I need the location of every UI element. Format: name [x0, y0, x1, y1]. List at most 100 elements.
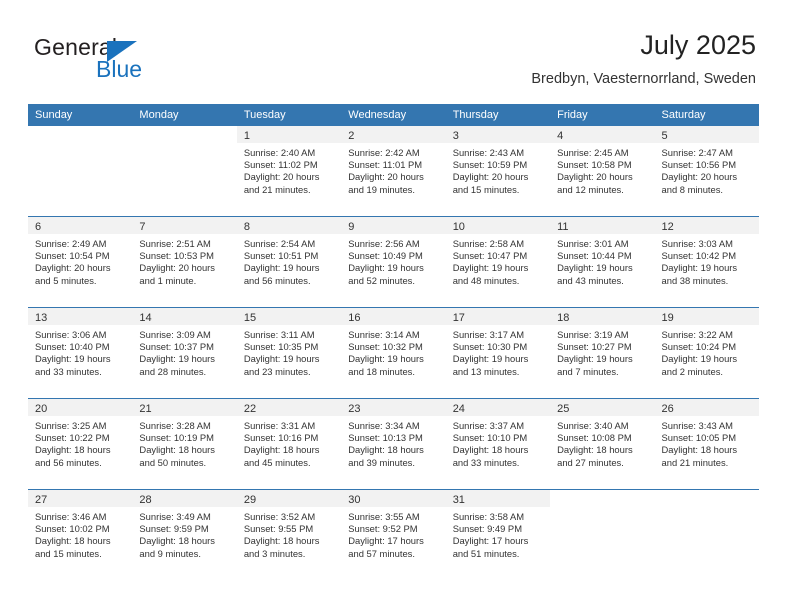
day-number: 15: [243, 312, 257, 324]
calendar-day-cell[interactable]: 30 Sunrise: 3:55 AM Sunset: 9:52 PM Dayligh…: [341, 490, 446, 580]
day-sun-info: Sunrise: 3:17 AM Sunset: 10:30 PM Daylight…: [446, 325, 550, 378]
day-sun-info: Sunrise: 3:22 AM Sunset: 10:24 PM Daylight…: [655, 325, 759, 378]
calendar-day-cell[interactable]: 25 Sunrise: 3:40 AM Sunset: 10:08 PM Daylig…: [550, 399, 655, 489]
sunrise-text: Sunrise: 3:28 AM: [139, 420, 211, 431]
calendar-day-cell[interactable]: 23 Sunrise: 3:34 AM Sunset: 10:13 PM Daylig…: [341, 399, 446, 489]
daylight-text-line1: Daylight: 19 hours: [243, 262, 320, 274]
calendar-day-cell[interactable]: 6 Sunrise: 2:49 AM Sunset: 10:54 PM Dayligh…: [28, 217, 133, 307]
sunset-text: Sunset: 10:35 PM: [243, 341, 319, 353]
daylight-text-line1: Daylight: 20 hours: [139, 262, 215, 274]
daylight-text-line2: and 21 minutes.: [661, 456, 729, 468]
calendar-day-cell[interactable]: 11 Sunrise: 3:01 AM Sunset: 10:44 PM Daylig…: [550, 217, 655, 307]
sunset-text: Sunset: 10:44 PM: [557, 250, 632, 262]
calendar-day-cell[interactable]: 15 Sunrise: 3:11 AM Sunset: 10:35 PM Daylig…: [236, 308, 342, 398]
daylight-text-line1: Daylight: 18 hours: [139, 535, 215, 547]
calendar-day-cell[interactable]: 21 Sunrise: 3:28 AM Sunset: 10:19 PM Daylig…: [132, 399, 237, 489]
calendar-day-cell[interactable]: 26 Sunrise: 3:43 AM Sunset: 10:05 PM Daylig…: [654, 399, 759, 489]
calendar-day-cell[interactable]: 3 Sunrise: 2:43 AM Sunset: 10:59 PM Dayligh…: [445, 126, 551, 216]
calendar-day-cell[interactable]: 14 Sunrise: 3:09 AM Sunset: 10:37 PM Daylig…: [132, 308, 237, 398]
calendar-day-cell[interactable]: 9 Sunrise: 2:56 AM Sunset: 10:49 PM Dayligh…: [341, 217, 446, 307]
sunrise-text: Sunrise: 2:42 AM: [348, 147, 420, 158]
day-number-band: 6: [28, 217, 133, 234]
calendar-weeks: 1 Sunrise: 2:40 AM Sunset: 11:02 PM Dayligh…: [28, 126, 759, 580]
day-number-band: 23: [341, 399, 446, 416]
calendar-day-cell[interactable]: 22 Sunrise: 3:31 AM Sunset: 10:16 PM Daylig…: [236, 399, 342, 489]
sunset-text: Sunset: 10:32 PM: [348, 341, 423, 353]
sunrise-text: Sunrise: 3:01 AM: [557, 238, 629, 249]
calendar-week-row: 20 Sunrise: 3:25 AM Sunset: 10:22 PM Daylig…: [28, 398, 759, 489]
daylight-text-line2: and 28 minutes.: [139, 365, 207, 377]
calendar-day-cell[interactable]: 13 Sunrise: 3:06 AM Sunset: 10:40 PM Daylig…: [28, 308, 133, 398]
calendar-day-cell[interactable]: 27 Sunrise: 3:46 AM Sunset: 10:02 PM Daylig…: [28, 490, 133, 580]
day-sun-info: Sunrise: 2:51 AM Sunset: 10:53 PM Daylight…: [132, 234, 236, 287]
calendar-day-cell[interactable]: 31 Sunrise: 3:58 AM Sunset: 9:49 PM Dayligh…: [445, 490, 551, 580]
daylight-text-line2: and 39 minutes.: [348, 456, 415, 468]
day-sun-info: Sunrise: 2:43 AM Sunset: 10:59 PM Daylight…: [446, 143, 550, 196]
calendar-day-cell[interactable]: 7 Sunrise: 2:51 AM Sunset: 10:53 PM Dayligh…: [132, 217, 237, 307]
day-sun-info: Sunrise: 2:42 AM Sunset: 11:01 PM Daylight…: [341, 143, 445, 196]
day-number-band: 17: [445, 308, 551, 325]
day-number-band: 12: [654, 217, 759, 234]
day-number: 19: [661, 312, 674, 324]
sunrise-text: Sunrise: 3:17 AM: [452, 329, 525, 340]
general-blue-logo[interactable]: General Blue: [34, 34, 214, 90]
sunrise-text: Sunrise: 3:58 AM: [452, 511, 525, 522]
sunset-text: Sunset: 10:58 PM: [557, 159, 632, 171]
sunset-text: Sunset: 10:13 PM: [348, 432, 423, 444]
calendar-day-cell[interactable]: 10 Sunrise: 2:58 AM Sunset: 10:47 PM Daylig…: [445, 217, 551, 307]
calendar-day-cell[interactable]: 24 Sunrise: 3:37 AM Sunset: 10:10 PM Daylig…: [445, 399, 551, 489]
sunrise-text: Sunrise: 3:40 AM: [557, 420, 629, 431]
day-number-band: 9: [341, 217, 446, 234]
daylight-text-line1: Daylight: 18 hours: [452, 444, 529, 456]
day-sun-info: Sunrise: 3:46 AM Sunset: 10:02 PM Daylight…: [28, 507, 132, 560]
sunset-text: Sunset: 10:27 PM: [557, 341, 632, 353]
sunset-text: Sunset: 10:53 PM: [139, 250, 214, 262]
sunrise-text: Sunrise: 3:55 AM: [348, 511, 420, 522]
day-number-band: 8: [236, 217, 342, 234]
calendar-day-cell[interactable]: 18 Sunrise: 3:19 AM Sunset: 10:27 PM Daylig…: [550, 308, 655, 398]
calendar-day-cell[interactable]: 17 Sunrise: 3:17 AM Sunset: 10:30 PM Daylig…: [445, 308, 551, 398]
sunrise-text: Sunrise: 2:40 AM: [243, 147, 316, 158]
weekday-header-sunday: Sunday: [35, 109, 73, 121]
daylight-text-line2: and 27 minutes.: [557, 456, 624, 468]
sunrise-text: Sunrise: 3:11 AM: [243, 329, 315, 340]
daylight-text-line1: Daylight: 19 hours: [661, 353, 738, 365]
day-number-band: 16: [341, 308, 446, 325]
daylight-text-line1: Daylight: 20 hours: [452, 171, 529, 183]
day-number: 1: [243, 130, 250, 142]
sunrise-text: Sunrise: 3:34 AM: [348, 420, 420, 431]
day-number-band: 3: [445, 126, 551, 143]
day-number-band: 7: [132, 217, 237, 234]
day-number: 2: [348, 130, 355, 142]
day-number-band: 19: [654, 308, 759, 325]
calendar-day-cell[interactable]: 2 Sunrise: 2:42 AM Sunset: 11:01 PM Dayligh…: [341, 126, 446, 216]
sunrise-text: Sunrise: 2:45 AM: [557, 147, 629, 158]
sunset-text: Sunset: 10:42 PM: [661, 250, 737, 262]
day-number-band: 4: [550, 126, 655, 143]
calendar-day-cell[interactable]: 29 Sunrise: 3:52 AM Sunset: 9:55 PM Dayligh…: [236, 490, 342, 580]
day-sun-info: Sunrise: 3:09 AM Sunset: 10:37 PM Daylight…: [132, 325, 236, 378]
day-number: 23: [348, 403, 361, 415]
calendar-day-cell-empty: [654, 490, 759, 580]
sunset-text: Sunset: 10:47 PM: [452, 250, 528, 262]
calendar-day-cell[interactable]: 19 Sunrise: 3:22 AM Sunset: 10:24 PM Daylig…: [654, 308, 759, 398]
calendar-day-cell[interactable]: 16 Sunrise: 3:14 AM Sunset: 10:32 PM Daylig…: [341, 308, 446, 398]
daylight-text-line1: Daylight: 19 hours: [452, 262, 529, 274]
day-number-band: 26: [654, 399, 759, 416]
sunrise-text: Sunrise: 3:14 AM: [348, 329, 420, 340]
daylight-text-line1: Daylight: 20 hours: [557, 171, 633, 183]
calendar-day-cell[interactable]: 12 Sunrise: 3:03 AM Sunset: 10:42 PM Daylig…: [654, 217, 759, 307]
day-number-band: 31: [445, 490, 551, 507]
calendar-day-cell[interactable]: 20 Sunrise: 3:25 AM Sunset: 10:22 PM Daylig…: [28, 399, 133, 489]
calendar-day-cell[interactable]: 28 Sunrise: 3:49 AM Sunset: 9:59 PM Dayligh…: [132, 490, 237, 580]
day-sun-info: Sunrise: 3:55 AM Sunset: 9:52 PM Daylight:…: [341, 507, 445, 560]
day-sun-info: Sunrise: 3:28 AM Sunset: 10:19 PM Daylight…: [132, 416, 236, 469]
sunset-text: Sunset: 10:49 PM: [348, 250, 423, 262]
calendar-day-cell[interactable]: 4 Sunrise: 2:45 AM Sunset: 10:58 PM Dayligh…: [550, 126, 655, 216]
daylight-text-line2: and 19 minutes.: [348, 183, 415, 195]
calendar-day-cell[interactable]: 1 Sunrise: 2:40 AM Sunset: 11:02 PM Dayligh…: [236, 126, 342, 216]
calendar-day-cell[interactable]: 8 Sunrise: 2:54 AM Sunset: 10:51 PM Dayligh…: [236, 217, 342, 307]
day-number: 22: [243, 403, 257, 415]
calendar-day-cell[interactable]: 5 Sunrise: 2:47 AM Sunset: 10:56 PM Dayligh…: [654, 126, 759, 216]
sunrise-text: Sunrise: 3:52 AM: [243, 511, 316, 522]
